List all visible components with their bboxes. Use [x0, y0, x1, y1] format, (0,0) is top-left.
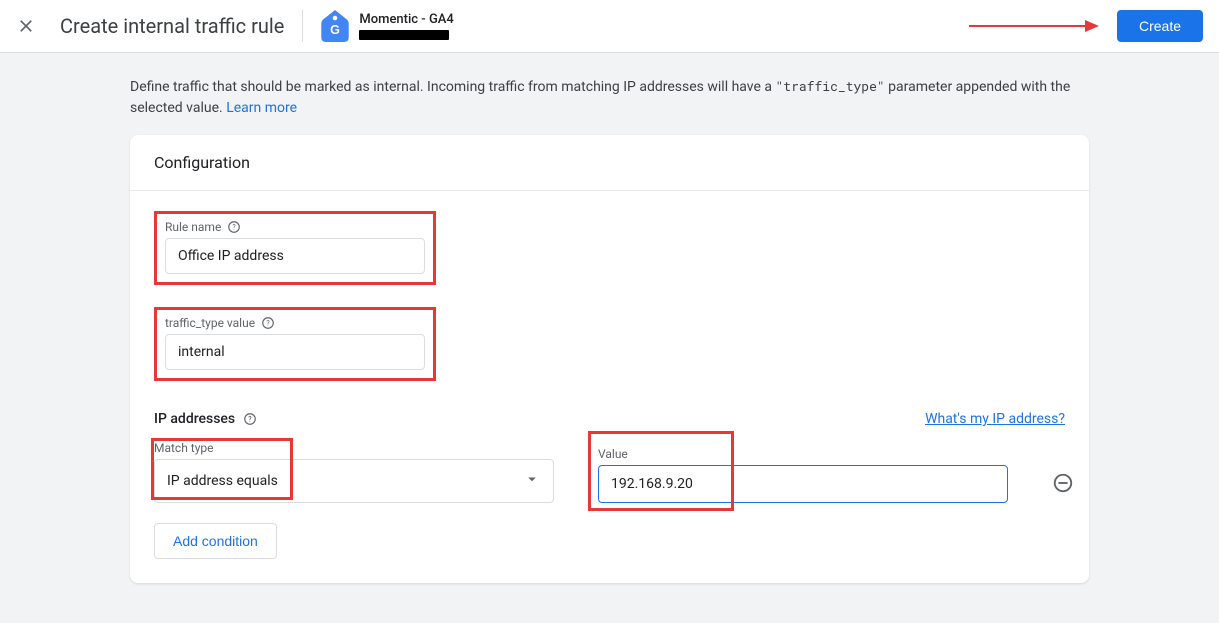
- property-id-redacted: [359, 30, 449, 40]
- traffic-type-input[interactable]: [165, 334, 425, 370]
- svg-text:?: ?: [266, 319, 270, 327]
- add-condition-button[interactable]: Add condition: [154, 523, 277, 559]
- match-type-select[interactable]: IP address equals: [154, 459, 554, 503]
- rule-name-label: Rule name ?: [165, 220, 425, 234]
- desc-code: "traffic_type": [775, 77, 884, 95]
- svg-text:G: G: [330, 23, 340, 37]
- property-tag: G Momentic - GA4: [321, 10, 453, 42]
- rule-name-input[interactable]: [165, 238, 425, 274]
- help-icon[interactable]: ?: [243, 412, 257, 426]
- match-type-label: Match type: [154, 441, 574, 455]
- page-description: Define traffic that should be marked as …: [0, 53, 1219, 135]
- create-button[interactable]: Create: [1117, 10, 1203, 42]
- header-divider: [302, 10, 303, 42]
- property-name: Momentic - GA4: [359, 12, 453, 28]
- card-heading: Configuration: [130, 135, 1089, 191]
- desc-text-a: Define traffic that should be marked as …: [130, 79, 775, 95]
- arrow-annotation: [969, 16, 1099, 36]
- tag-icon: G: [321, 10, 349, 42]
- learn-more-link[interactable]: Learn more: [226, 100, 297, 116]
- page-header: Create internal traffic rule G Momentic …: [0, 0, 1219, 53]
- whats-my-ip-link[interactable]: What's my IP address?: [925, 411, 1065, 427]
- value-input[interactable]: [598, 465, 1008, 503]
- page-title: Create internal traffic rule: [60, 14, 284, 38]
- value-label: Value: [598, 447, 1018, 461]
- config-card: Configuration Rule name ? traffic_type v…: [130, 135, 1089, 583]
- traffic-type-label: traffic_type value ?: [165, 316, 425, 330]
- remove-condition-icon[interactable]: [1052, 471, 1074, 495]
- svg-text:?: ?: [233, 223, 237, 231]
- ip-section-title: IP addresses ?: [154, 411, 257, 427]
- chevron-down-icon: [523, 470, 541, 492]
- match-type-value: IP address equals: [167, 473, 278, 489]
- help-icon[interactable]: ?: [261, 316, 275, 330]
- svg-text:?: ?: [248, 415, 252, 423]
- close-icon[interactable]: [16, 16, 36, 36]
- help-icon[interactable]: ?: [227, 220, 241, 234]
